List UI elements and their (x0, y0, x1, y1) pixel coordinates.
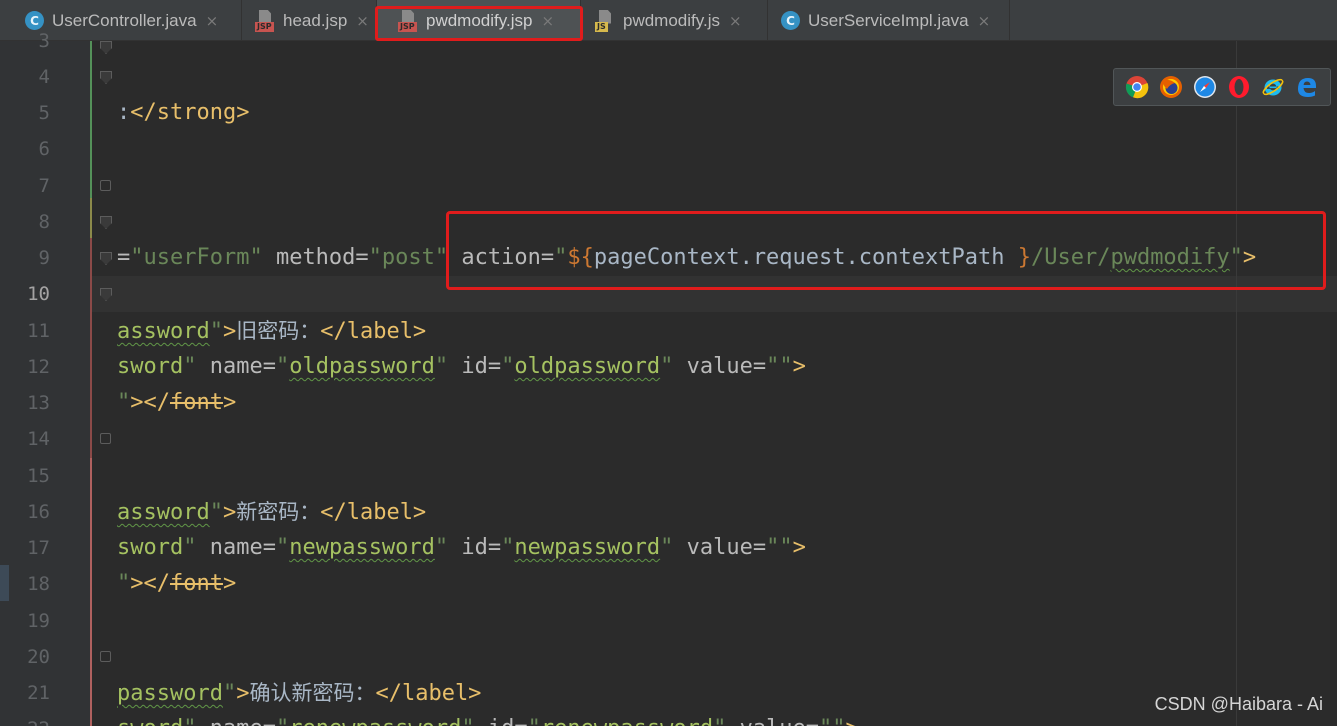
line-number: 16 (27, 501, 50, 523)
tab-label: head.jsp (283, 10, 348, 30)
opera-icon[interactable] (1227, 75, 1251, 99)
scroll-marker (0, 565, 9, 601)
fold-icon[interactable] (100, 252, 112, 265)
right-margin-guide (1236, 41, 1237, 726)
line-number: 14 (27, 428, 50, 450)
fold-icon[interactable] (100, 216, 112, 229)
internet-explorer-icon[interactable] (1261, 75, 1285, 99)
line-number: 18 (27, 573, 50, 595)
fold-icon[interactable] (100, 71, 112, 84)
vcs-modified-marker (90, 198, 92, 238)
fold-icon[interactable] (100, 651, 111, 662)
tab-head-jsp[interactable]: JSP head.jsp × (242, 0, 377, 41)
line-number: 7 (38, 175, 50, 197)
fold-icon[interactable] (100, 41, 112, 54)
class-file-icon: C (781, 11, 800, 30)
line-number: 15 (27, 465, 50, 487)
line-number: 21 (27, 682, 50, 704)
code-line-11[interactable]: assword">旧密码：</label> (117, 313, 426, 350)
tab-label: UserController.java (52, 10, 197, 30)
close-icon[interactable]: × (729, 12, 742, 30)
editor-tab-bar: C UserController.java × JSP head.jsp × J… (0, 0, 1337, 41)
jsp-file-icon: JSP (398, 9, 418, 32)
line-number: 5 (38, 102, 50, 124)
vcs-changed-marker (90, 238, 92, 458)
firefox-icon[interactable] (1159, 75, 1183, 99)
browser-preview-bar (1113, 68, 1331, 106)
tab-label: pwdmodify.jsp (426, 10, 533, 30)
code-line-16[interactable]: assword">新密码：</label> (117, 494, 426, 531)
close-icon[interactable]: × (356, 12, 369, 30)
line-number: 6 (38, 138, 50, 160)
safari-icon[interactable] (1193, 75, 1217, 99)
code-line-18[interactable]: "></font> (117, 566, 236, 602)
vcs-added-marker (90, 41, 92, 198)
current-line-highlight (10, 276, 1337, 312)
left-tool-strip (0, 41, 10, 726)
code-line-21[interactable]: password">确认新密码：</label> (117, 675, 481, 712)
code-line-22[interactable]: sword" name="renewpassword" id="renewpas… (117, 711, 859, 726)
jsp-file-icon: JSP (255, 9, 275, 32)
fold-icon[interactable] (100, 433, 111, 444)
close-icon[interactable]: × (978, 12, 991, 30)
line-number: 8 (38, 211, 50, 233)
code-line-12[interactable]: sword" name="oldpassword" id="oldpasswor… (117, 349, 806, 385)
line-number: 11 (27, 320, 50, 342)
tab-label: UserServiceImpl.java (808, 10, 969, 30)
tab-label: pwdmodify.js (623, 10, 720, 30)
line-number: 9 (38, 247, 50, 269)
watermark: CSDN @Haibara - Ai (1154, 694, 1323, 714)
code-line-5[interactable]: :</strong> (117, 95, 249, 131)
chrome-icon[interactable] (1125, 75, 1149, 99)
line-number: 22 (10, 711, 50, 726)
line-number: 13 (27, 392, 50, 414)
vcs-changed-marker (90, 458, 92, 726)
tab-pwdmodify-js[interactable]: JS pwdmodify.js × (581, 0, 768, 41)
code-line-13[interactable]: "></font> (117, 385, 236, 421)
code-line-9[interactable]: ="userForm" method="post" action="${page… (117, 240, 1256, 276)
line-number-current: 10 (27, 283, 50, 305)
edge-icon[interactable] (1295, 75, 1319, 99)
line-number: 17 (27, 537, 50, 559)
code-line-17[interactable]: sword" name="newpassword" id="newpasswor… (117, 530, 806, 566)
tab-userserviceimpl-java[interactable]: C UserServiceImpl.java × (768, 0, 1010, 41)
js-file-icon: JS (595, 9, 615, 32)
fold-icon[interactable] (100, 180, 111, 191)
line-number: 20 (27, 646, 50, 668)
line-number: 3 (38, 30, 50, 52)
close-icon[interactable]: × (206, 12, 219, 30)
line-number: 12 (27, 356, 50, 378)
line-number: 4 (38, 66, 50, 88)
tab-pwdmodify-jsp[interactable]: JSP pwdmodify.jsp × (377, 0, 581, 41)
line-number: 19 (27, 610, 50, 632)
close-icon[interactable]: × (541, 12, 554, 30)
